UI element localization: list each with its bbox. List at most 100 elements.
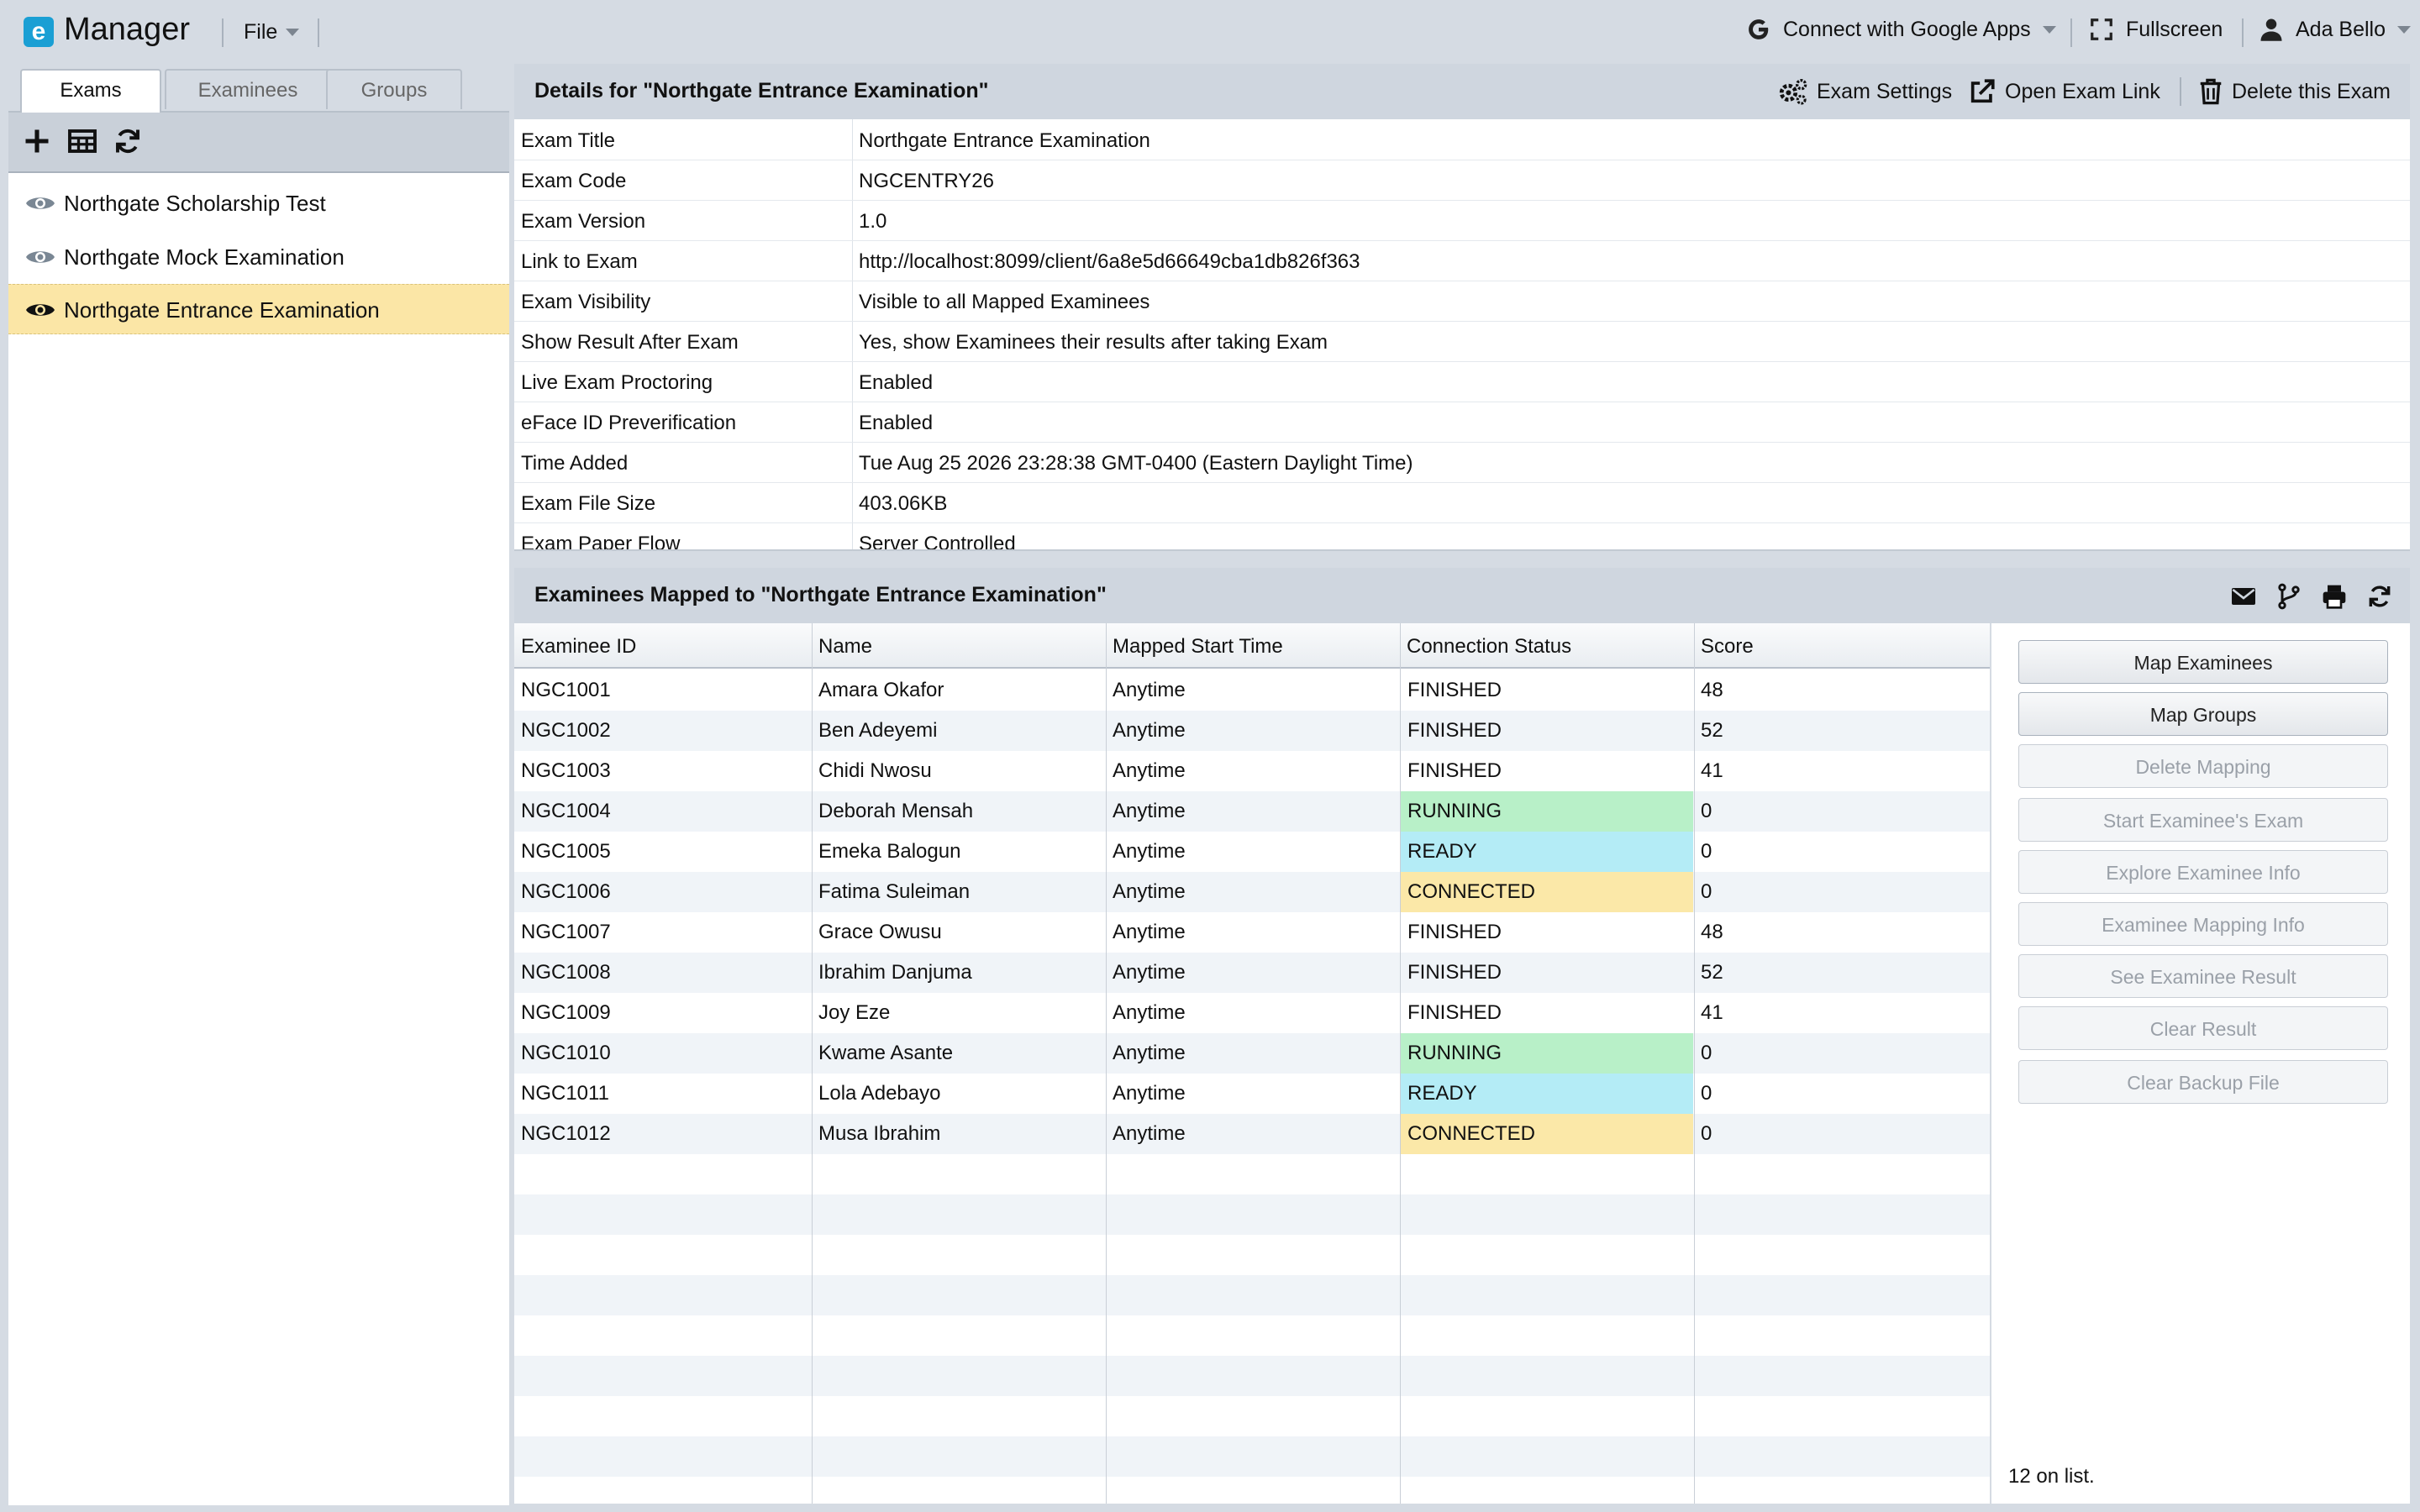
exam-name: Northgate Entrance Examination (64, 297, 380, 323)
branch-icon[interactable] (2275, 583, 2302, 610)
explore-examinee-info-button[interactable]: Explore Examinee Info (2018, 850, 2388, 894)
cell-connection-status: READY (1401, 832, 1693, 872)
table-row[interactable]: NGC1007 Grace Owusu Anytime FINISHED 48 (514, 912, 1990, 953)
table-row[interactable]: NGC1009 Joy Eze Anytime FINISHED 41 (514, 993, 1990, 1033)
detail-key: eFace ID Preverification (521, 412, 737, 434)
cell-score: 0 (1701, 840, 1712, 863)
cell-examinee-id: NGC1004 (521, 800, 611, 822)
cell-name: Lola Adebayo (818, 1082, 941, 1105)
top-bar: e Manager File Connect with Google Apps … (0, 0, 2420, 64)
tab-groups[interactable]: Groups (326, 69, 462, 109)
tab-examinees[interactable]: Examinees (165, 69, 331, 109)
column-header-name[interactable]: Name (812, 623, 1106, 669)
table-row[interactable]: NGC1012 Musa Ibrahim Anytime CONNECTED 0 (514, 1114, 1990, 1154)
table-row[interactable]: NGC1008 Ibrahim Danjuma Anytime FINISHED 52 (514, 953, 1990, 993)
refresh-icon[interactable] (2366, 583, 2393, 610)
cell-start-time: Anytime (1113, 840, 1186, 863)
cell-name: Joy Eze (818, 1001, 891, 1024)
table-row[interactable]: NGC1002 Ben Adeyemi Anytime FINISHED 52 (514, 711, 1990, 751)
examinee-mapping-info-button[interactable]: Examinee Mapping Info (2018, 902, 2388, 946)
eye-icon (26, 304, 55, 316)
exam-settings-label: Exam Settings (1817, 79, 1953, 103)
exam-list-item-selected[interactable]: Northgate Entrance Examination (8, 284, 509, 334)
refresh-icon[interactable] (113, 126, 143, 156)
table-row[interactable]: NGC1004 Deborah Mensah Anytime RUNNING 0 (514, 791, 1990, 832)
cell-start-time: Anytime (1113, 1082, 1186, 1105)
start-examinee-s-exam-button[interactable]: Start Examinee's Exam (2018, 798, 2388, 842)
detail-key: Live Exam Proctoring (521, 371, 713, 394)
column-divider (1106, 623, 1107, 1504)
column-header-examinee-id[interactable]: Examinee ID (514, 623, 812, 669)
clear-result-button[interactable]: Clear Result (2018, 1006, 2388, 1050)
clear-backup-file-button[interactable]: Clear Backup File (2018, 1060, 2388, 1104)
fullscreen-label: Fullscreen (2126, 17, 2223, 41)
cell-score: 41 (1701, 1001, 1723, 1024)
exam-list-item[interactable]: Northgate Mock Examination (8, 232, 509, 282)
cell-score: 0 (1701, 1082, 1712, 1105)
exam-details-grid: Exam Title Northgate Entrance Examination… (514, 119, 2410, 551)
connect-google-button[interactable]: Connect with Google Apps (1746, 17, 2056, 42)
detail-value: http://localhost:8099/client/6a8e5d66649… (859, 250, 1360, 273)
delete-exam-button[interactable]: Delete this Exam (2198, 77, 2391, 106)
print-icon[interactable] (2321, 583, 2348, 610)
column-header-start-time[interactable]: Mapped Start Time (1106, 623, 1400, 669)
column-divider (812, 623, 813, 1504)
column-header-score[interactable]: Score (1694, 623, 1990, 669)
chevron-down-icon (2042, 25, 2056, 34)
user-menu[interactable]: Ada Bello (2259, 17, 2412, 42)
file-menu[interactable]: File (244, 20, 300, 45)
divider (318, 18, 319, 47)
cell-name: Fatima Suleiman (818, 880, 971, 903)
exams-toolbar (8, 113, 509, 173)
table-row[interactable]: NGC1005 Emeka Balogun Anytime READY 0 (514, 832, 1990, 872)
google-icon (1749, 19, 1769, 39)
see-examinee-result-button[interactable]: See Examinee Result (2018, 954, 2388, 998)
delete-mapping-button[interactable]: Delete Mapping (2018, 744, 2388, 788)
detail-row: Exam Visibility Visible to all Mapped Exa… (514, 281, 2410, 322)
table-row[interactable]: NGC1001 Amara Okafor Anytime FINISHED 48 (514, 670, 1990, 711)
detail-value: Tue Aug 25 2026 23:28:38 GMT-0400 (Easte… (859, 452, 1413, 475)
detail-key: Exam Paper Flow (521, 533, 681, 551)
app-logo: e (24, 17, 54, 47)
add-exam-icon[interactable] (22, 126, 52, 156)
map-examinees-button[interactable]: Map Examinees (2018, 640, 2388, 684)
detail-value: Northgate Entrance Examination (859, 129, 1150, 152)
exam-settings-button[interactable]: Exam Settings (1778, 77, 1952, 106)
external-link-icon (1970, 79, 1995, 103)
cell-examinee-id: NGC1003 (521, 759, 611, 782)
tab-exams[interactable]: Exams (20, 69, 161, 113)
cell-examinee-id: NGC1006 (521, 880, 611, 903)
exam-list-item[interactable]: Northgate Scholarship Test (8, 178, 509, 228)
table-row[interactable]: NGC1011 Lola Adebayo Anytime READY 0 (514, 1074, 1990, 1114)
table-row[interactable]: NGC1010 Kwame Asante Anytime RUNNING 0 (514, 1033, 1990, 1074)
user-icon (2260, 18, 2282, 41)
table-view-icon[interactable] (67, 126, 97, 156)
table-row[interactable]: NGC1003 Chidi Nwosu Anytime FINISHED 41 (514, 751, 1990, 791)
gears-icon (1779, 79, 1807, 105)
detail-key: Show Result After Exam (521, 331, 739, 354)
cell-examinee-id: NGC1009 (521, 1001, 611, 1024)
sidebar-tabs: Exams Examinees Groups (8, 64, 509, 113)
detail-row: Exam Code NGCENTRY26 (514, 160, 2410, 201)
email-icon[interactable] (2230, 583, 2257, 610)
cell-start-time: Anytime (1113, 880, 1186, 903)
cell-connection-status: CONNECTED (1401, 872, 1693, 912)
table-row[interactable]: NGC1006 Fatima Suleiman Anytime CONNECTED 0 (514, 872, 1990, 912)
fullscreen-button[interactable]: Fullscreen (2089, 17, 2223, 42)
map-groups-button[interactable]: Map Groups (2018, 692, 2388, 736)
delete-exam-label: Delete this Exam (2232, 79, 2391, 103)
file-menu-label: File (244, 20, 278, 44)
column-header-connection-status[interactable]: Connection Status (1400, 623, 1694, 669)
cell-start-time: Anytime (1113, 1122, 1186, 1145)
chevron-down-icon (286, 29, 300, 36)
fullscreen-icon (2091, 18, 2112, 40)
examinees-header: Examinees Mapped to "Northgate Entrance … (514, 568, 2410, 623)
cell-score: 48 (1701, 921, 1723, 943)
eye-icon (26, 197, 55, 209)
detail-value: 403.06KB (859, 492, 948, 515)
open-exam-link-button[interactable]: Open Exam Link (1968, 77, 2160, 106)
cell-start-time: Anytime (1113, 759, 1186, 782)
detail-row: Exam Paper Flow Server Controlled (514, 522, 2410, 551)
cell-score: 0 (1701, 880, 1712, 903)
cell-connection-status: FINISHED (1407, 679, 1502, 701)
